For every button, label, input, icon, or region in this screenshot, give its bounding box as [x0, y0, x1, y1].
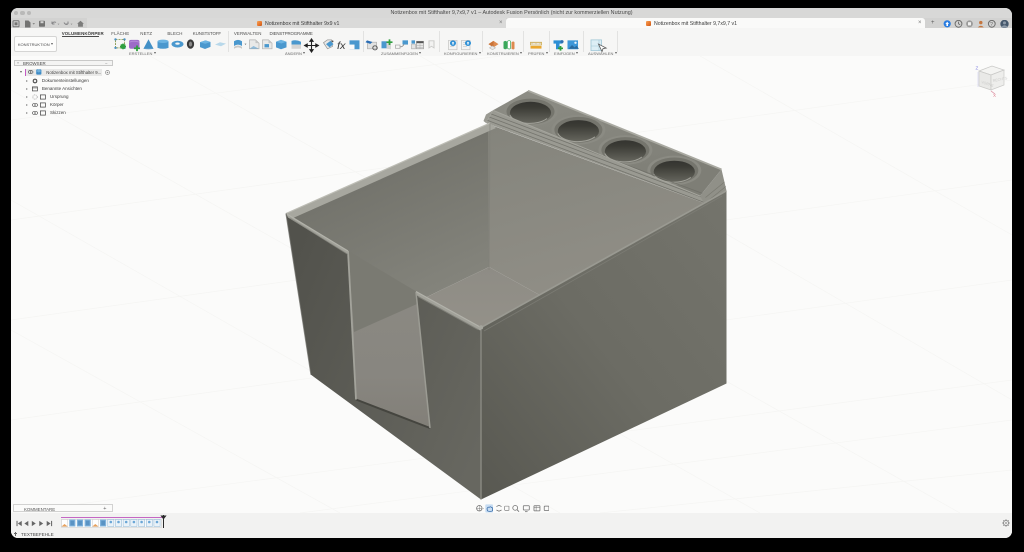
svg-text:Z: Z — [976, 66, 979, 71]
svg-text:fx: fx — [337, 40, 346, 52]
svg-text:?: ? — [990, 21, 993, 27]
